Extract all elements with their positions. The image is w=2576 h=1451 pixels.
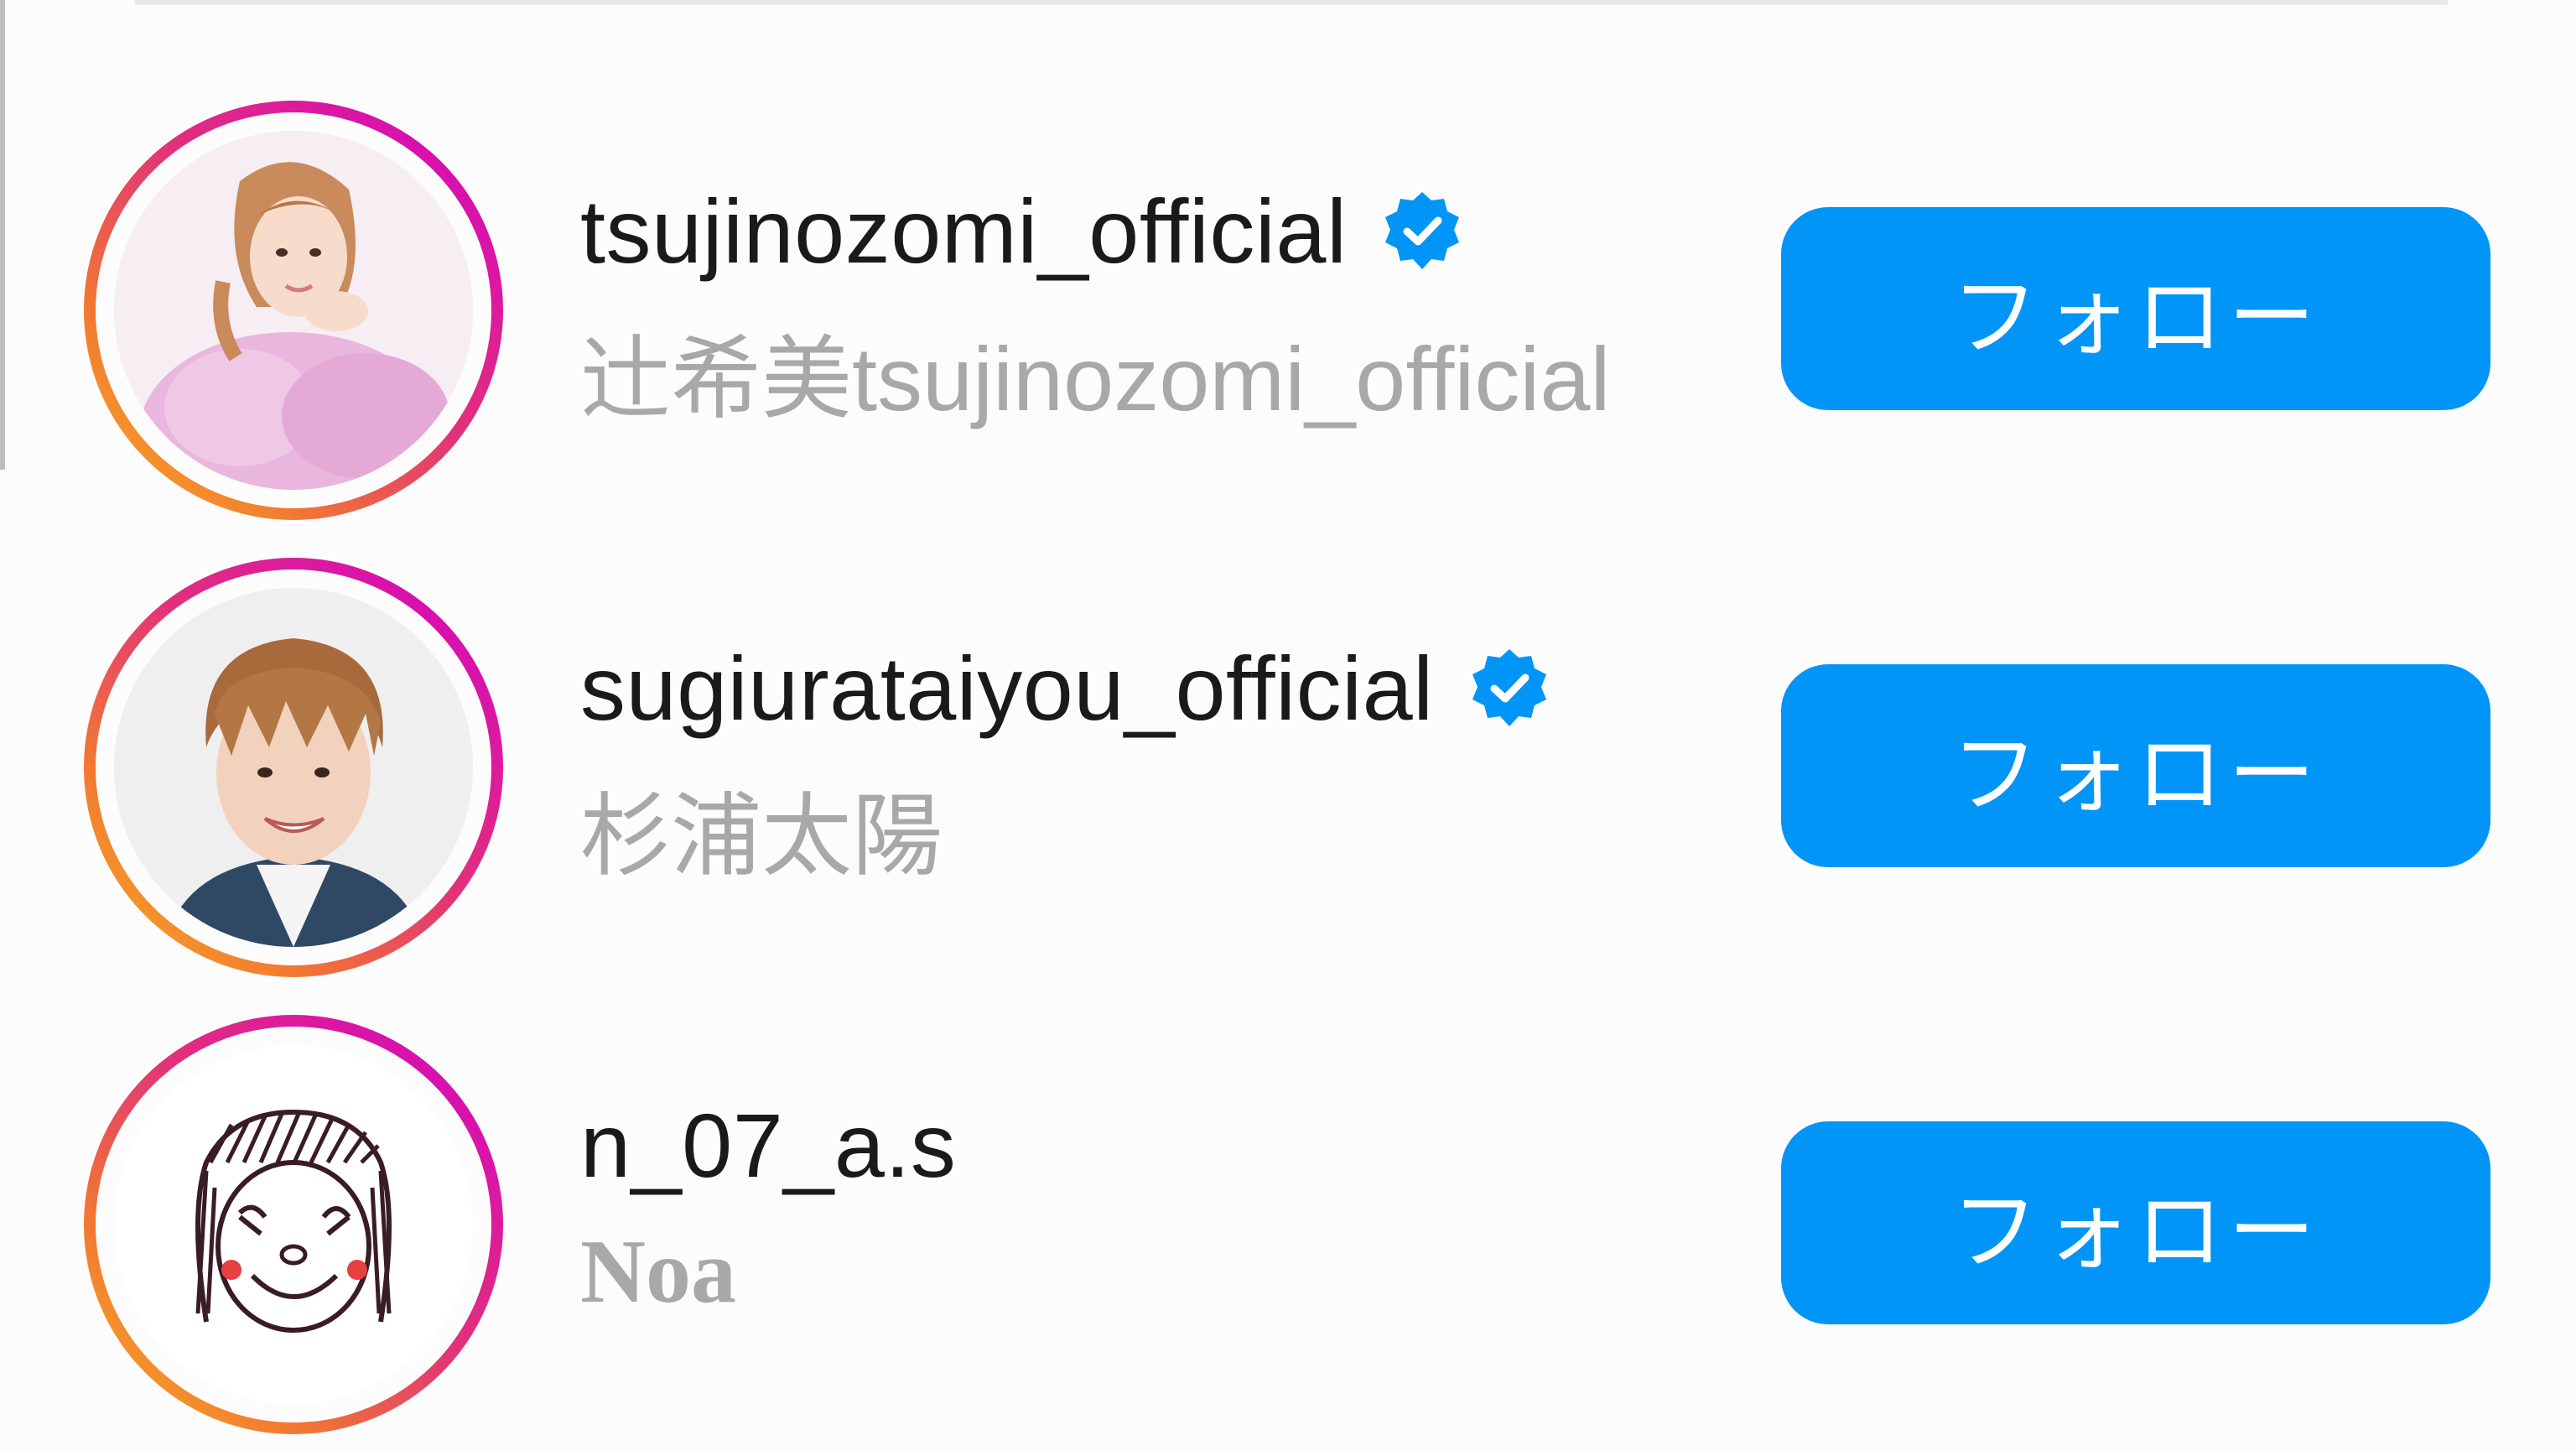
username-line: sugiurataiyou_official (580, 636, 1551, 741)
full-name: 杉浦太陽 (580, 785, 943, 887)
full-name: 辻希美tsujinozomi_official (580, 328, 1611, 429)
verified-badge-icon (1385, 192, 1460, 269)
follow-button[interactable]: フォロー (1781, 1121, 2490, 1324)
username[interactable]: sugiurataiyou_official (580, 636, 1434, 741)
follow-button[interactable]: フォロー (1781, 664, 2490, 867)
suggested-accounts-list: tsujinozomi_official 辻希美tsujinozomi_offi… (0, 0, 2576, 1434)
avatar-frame (96, 1027, 491, 1422)
list-item[interactable]: sugiurataiyou_official 杉浦太陽 フォロー (0, 537, 2576, 994)
username[interactable]: n_07_a.s (580, 1093, 956, 1198)
avatar-frame (96, 569, 491, 965)
avatar[interactable] (114, 1045, 473, 1404)
username[interactable]: tsujinozomi_official (580, 179, 1347, 283)
avatar[interactable] (114, 131, 473, 490)
avatar[interactable] (114, 588, 473, 947)
username-line: n_07_a.s (580, 1093, 956, 1198)
avatar-frame (96, 112, 491, 508)
verified-badge-icon (1472, 649, 1546, 726)
list-item[interactable]: tsujinozomi_official 辻希美tsujinozomi_offi… (0, 80, 2576, 537)
story-ring[interactable] (84, 558, 503, 977)
story-ring[interactable] (84, 101, 503, 520)
list-item[interactable]: n_07_a.s Noa フォロー (0, 994, 2576, 1451)
follow-button[interactable]: フォロー (1781, 207, 2490, 410)
username-line: tsujinozomi_official (580, 179, 1464, 283)
avatar-photo (114, 131, 473, 490)
avatar-photo (114, 588, 473, 947)
full-name: Noa (580, 1222, 736, 1322)
story-ring[interactable] (84, 1015, 503, 1434)
drawing-avatar-icon (114, 1045, 473, 1404)
